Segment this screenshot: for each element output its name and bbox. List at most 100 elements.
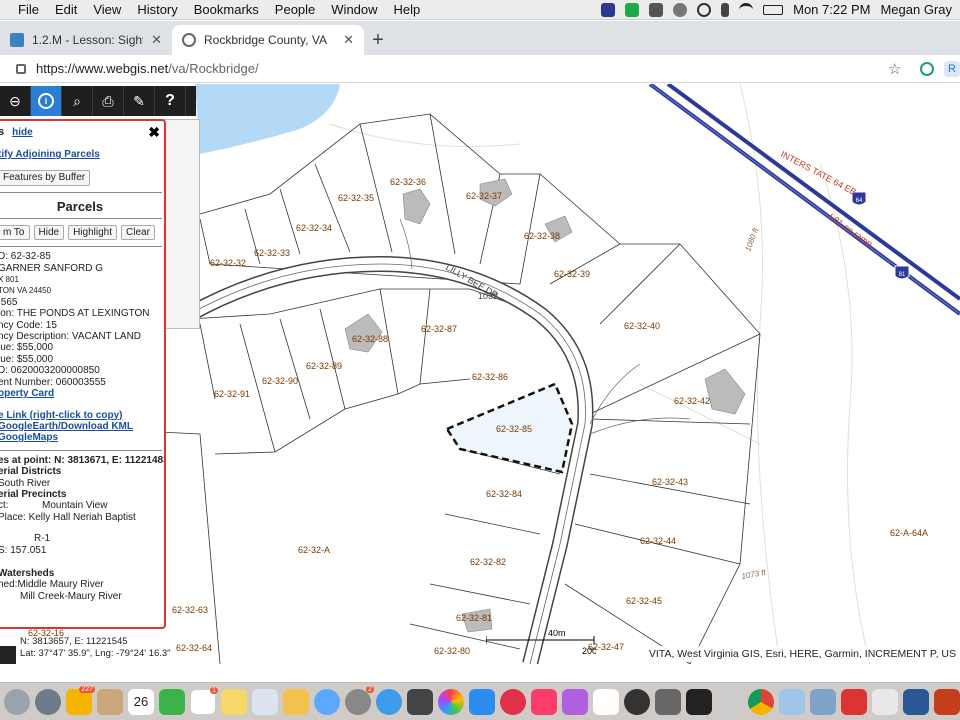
calendar-icon[interactable]: 26: [128, 688, 154, 715]
menu-edit[interactable]: Edit: [47, 2, 85, 17]
utility-icon[interactable]: [717, 688, 743, 715]
property-card-link[interactable]: operty Card: [0, 388, 54, 399]
keynote-icon[interactable]: [779, 688, 805, 715]
hide-button[interactable]: Hide: [33, 224, 65, 241]
extension-icon[interactable]: [920, 61, 934, 76]
news-icon[interactable]: [500, 688, 526, 715]
menu-user[interactable]: Megan Gray: [880, 2, 952, 17]
s-value: 157.051: [10, 544, 47, 556]
finder-icon[interactable]: [4, 688, 30, 715]
menu-window[interactable]: Window: [323, 2, 385, 17]
system-preferences-icon[interactable]: 2: [345, 685, 374, 715]
messages-icon[interactable]: [314, 688, 340, 715]
music-icon[interactable]: [531, 688, 557, 715]
parcel-label: 62-A-64A: [890, 528, 928, 538]
bluetooth-icon[interactable]: [721, 2, 730, 17]
time-machine-icon[interactable]: [697, 2, 712, 17]
identify-adjoining-link[interactable]: tify Adjoining Parcels: [0, 149, 100, 160]
bookmark-star-icon[interactable]: ☆: [888, 60, 910, 78]
info-icon: i: [38, 93, 54, 109]
water-body: [195, 84, 340, 154]
numbers-icon[interactable]: [593, 688, 619, 715]
safari-icon[interactable]: [376, 688, 402, 715]
reminders-icon[interactable]: 1: [190, 686, 218, 715]
tab-lesson[interactable]: 1.2.M - Lesson: Sight Words/Le ✕: [0, 25, 172, 55]
close-tab-icon[interactable]: ✕: [151, 32, 162, 48]
share-link[interactable]: e Link (right-click to copy): [0, 410, 122, 421]
print-tool-button[interactable]: ⎙: [93, 86, 124, 116]
features-by-buffer-button[interactable]: Features by Buffer: [0, 170, 91, 186]
close-tab-icon[interactable]: ✕: [343, 32, 354, 48]
photos-icon[interactable]: [438, 688, 464, 715]
zoom-tool-button[interactable]: ⊖: [0, 86, 31, 116]
google-maps-link[interactable]: GoogleMaps: [0, 432, 58, 443]
app-store-icon[interactable]: [469, 688, 495, 715]
lock-icon[interactable]: [16, 63, 26, 74]
address-number: 1052: [478, 291, 498, 301]
tab-rockbridge[interactable]: Rockbridge County, VA ✕: [172, 25, 364, 55]
preferences-badge: 2: [366, 685, 374, 693]
menu-clock[interactable]: Mon 7:22 PM: [793, 2, 870, 17]
map-attribution: VITA, West Virginia GIS, Esri, HERE, Gar…: [644, 646, 960, 662]
attr-line: D: 0620003200000850: [0, 365, 100, 377]
aperture-icon[interactable]: [624, 688, 650, 715]
launchpad-icon[interactable]: [35, 688, 61, 715]
help-button[interactable]: ?: [155, 86, 186, 116]
tools-button[interactable]: ✎: [124, 86, 155, 116]
mail-icon[interactable]: 227: [66, 685, 95, 715]
zoom-to-button[interactable]: m To: [0, 224, 30, 241]
map-toolbar: ⊖ i ⌕ ⎙ ✎ ?: [0, 86, 196, 116]
powerpoint-icon[interactable]: [934, 688, 960, 715]
hide-link[interactable]: hide: [12, 127, 33, 138]
parcel-label: 62-32-81: [456, 613, 492, 623]
menu-view[interactable]: View: [85, 2, 129, 17]
word-icon[interactable]: [903, 688, 929, 715]
clear-button[interactable]: Clear: [121, 224, 155, 241]
maps-icon[interactable]: [252, 688, 278, 715]
battery-icon[interactable]: [763, 4, 784, 15]
attr-line: TON VA 24450: [0, 286, 52, 296]
panel-header: s hide ✖: [0, 121, 164, 143]
watershed-label: hed:: [0, 579, 18, 591]
preview-icon[interactable]: [810, 688, 836, 715]
menu-help[interactable]: Help: [386, 2, 429, 17]
activity-monitor-icon[interactable]: [686, 688, 712, 715]
panel-title: s: [0, 126, 4, 138]
point-coords: es at point: N: 3813671, E: 11221483: [0, 454, 166, 466]
parcel-label: 62-32-63: [172, 605, 208, 615]
close-panel-icon[interactable]: ✖: [148, 124, 160, 141]
scale-feet: 200ft: [582, 646, 596, 656]
chrome-icon[interactable]: [748, 688, 774, 715]
stickies-icon[interactable]: [283, 688, 309, 715]
search-tool-button[interactable]: ⌕: [62, 86, 93, 116]
highlight-button[interactable]: Highlight: [68, 224, 117, 241]
identify-tool-button[interactable]: i: [31, 86, 62, 116]
status-cloud-icon[interactable]: [649, 2, 664, 17]
status-c-icon[interactable]: [625, 2, 640, 17]
zoom-control[interactable]: [0, 646, 16, 664]
podcasts-icon[interactable]: [562, 688, 588, 715]
photo-booth-icon[interactable]: [407, 688, 433, 715]
parcel-label: 62-32-37: [466, 191, 502, 201]
wifi-icon[interactable]: [739, 2, 754, 17]
facetime-icon[interactable]: [159, 688, 185, 715]
menu-bookmarks[interactable]: Bookmarks: [186, 2, 267, 17]
status-app-icon[interactable]: [601, 2, 616, 17]
menu-people[interactable]: People: [267, 2, 323, 17]
notes-icon[interactable]: [221, 688, 247, 715]
elevation-label: 1080 ft: [743, 226, 760, 253]
acrobat-icon[interactable]: [841, 688, 867, 715]
parcel-label: 62-32-85: [496, 424, 532, 434]
status-disk-icon[interactable]: [673, 2, 688, 17]
screenshot-icon[interactable]: [655, 688, 681, 715]
url-field[interactable]: https://www.webgis.net/va/Rockbridge/: [36, 61, 259, 76]
parcel-label: 62-32-88: [352, 334, 388, 344]
new-tab-button[interactable]: +: [364, 25, 392, 55]
contacts-icon[interactable]: [97, 688, 123, 715]
textedit-icon[interactable]: [872, 688, 898, 715]
parcel-label: 62-32-33: [254, 248, 290, 258]
menu-file[interactable]: File: [10, 2, 47, 17]
google-earth-link[interactable]: GoogleEarth/Download KML: [0, 421, 133, 432]
profile-extension-icon[interactable]: R: [944, 60, 960, 77]
menu-history[interactable]: History: [129, 2, 185, 17]
